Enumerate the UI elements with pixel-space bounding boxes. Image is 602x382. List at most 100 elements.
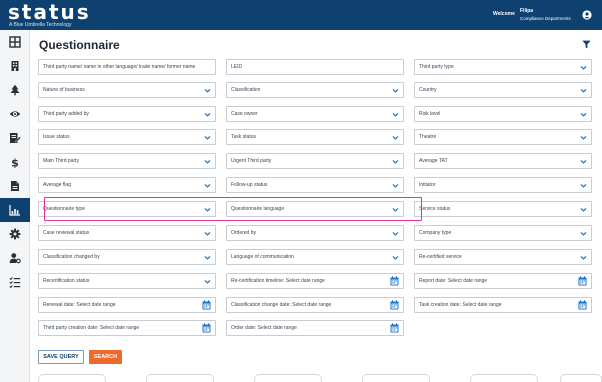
sidebar-item-edit[interactable] <box>0 126 30 150</box>
nature-of-business-select-label: Nature of business <box>43 87 85 93</box>
order-date-picker[interactable]: Order date: Select date range <box>226 320 404 336</box>
case-owner-select[interactable]: Case owner <box>226 106 404 122</box>
sidebar-item-hierarchy[interactable] <box>0 78 30 102</box>
tree-icon <box>10 84 20 96</box>
calendar-icon[interactable] <box>202 323 211 333</box>
country-select[interactable]: Country <box>414 82 592 98</box>
recertification-timeline-date-picker[interactable]: Re-certification timeline: Select date r… <box>226 273 404 289</box>
nature-of-business-select[interactable]: Nature of business <box>38 82 216 98</box>
calendar-icon[interactable] <box>578 300 587 310</box>
service-status-select[interactable]: Service status <box>414 201 592 217</box>
result-card[interactable] <box>254 374 322 382</box>
chevron-down-icon <box>392 135 399 140</box>
result-card[interactable] <box>146 374 214 382</box>
search-button[interactable]: SEARCH <box>89 350 122 364</box>
sidebar-item-reports[interactable] <box>0 174 30 198</box>
follow-up-status-select-label: Follow-up status <box>231 182 268 188</box>
renewal-date-picker[interactable]: Renewal date: Select date range <box>38 297 216 313</box>
user-department: Compliance Departments <box>520 16 571 21</box>
ordered-by-select-label: Ordered by <box>231 230 257 236</box>
result-card[interactable] <box>470 374 538 382</box>
chevron-down-icon <box>580 135 587 140</box>
chevron-down-icon <box>392 255 399 260</box>
user-info: Filipa Compliance Departments <box>520 8 571 22</box>
chevron-down-icon <box>580 183 587 188</box>
selection-highlight-box <box>44 197 422 221</box>
recertification-status-select[interactable]: Recertification status <box>38 273 216 289</box>
case-reviewal-status-select[interactable]: Case reviewal status <box>38 225 216 241</box>
urgent-third-party-select[interactable]: Urgent Third party <box>226 153 404 169</box>
sidebar-item-monitoring[interactable] <box>0 102 30 126</box>
classification-change-date-label: Classification change date: Select date … <box>231 302 332 308</box>
result-card[interactable] <box>362 374 430 382</box>
third-party-added-by-select[interactable]: Third party added by <box>38 106 216 122</box>
leid-field[interactable]: LEID <box>226 59 404 75</box>
leid-field-label: LEID <box>231 64 243 70</box>
chevron-down-icon <box>392 112 399 117</box>
calendar-icon[interactable] <box>390 323 399 333</box>
sidebar-item-tasks[interactable] <box>0 270 30 294</box>
chevron-down-icon <box>204 279 211 284</box>
user-account-icon[interactable] <box>582 10 592 20</box>
third-party-type-select-label: Third party type <box>419 64 454 70</box>
result-card[interactable] <box>560 374 602 382</box>
chevron-down-icon <box>580 88 587 93</box>
re-certified-service-select-label: Re-certified service <box>419 254 462 260</box>
page-title: Questionnaire <box>39 38 120 52</box>
eye-icon <box>9 111 21 117</box>
analytics-chart-icon <box>9 205 20 216</box>
language-of-communication-select-label: Language of communication <box>231 254 294 260</box>
logo-text: status <box>8 0 91 24</box>
status-logo[interactable]: status A Blue Umbrella Technology <box>8 2 91 28</box>
chevron-down-icon <box>204 183 211 188</box>
sidebar-item-settings[interactable] <box>0 222 30 246</box>
task-status-select[interactable]: Task status <box>226 129 404 145</box>
chevron-down-icon <box>204 159 211 164</box>
third-party-name-field[interactable]: Third party name/ name in other language… <box>38 59 216 75</box>
calendar-icon[interactable] <box>578 276 587 286</box>
company-type-select[interactable]: Company type <box>414 225 592 241</box>
gear-icon <box>9 228 21 240</box>
average-tat-select[interactable]: Average TAT <box>414 153 592 169</box>
chevron-down-icon <box>392 183 399 188</box>
report-date-label: Report date: Select date range <box>419 278 488 284</box>
issue-status-select[interactable]: Issue status <box>38 129 216 145</box>
list-check-icon <box>9 277 21 288</box>
report-date-picker[interactable]: Report date: Select date range <box>414 273 592 289</box>
ordered-by-select[interactable]: Ordered by <box>226 225 404 241</box>
company-type-select-label: Company type <box>419 230 452 236</box>
dashboard-grid-icon <box>9 36 21 48</box>
sidebar-item-billing[interactable]: $ <box>0 150 30 174</box>
filter-icon[interactable] <box>582 40 591 49</box>
theatre-select[interactable]: Theatre <box>414 129 592 145</box>
sidebar-item-users[interactable] <box>0 246 30 270</box>
classification-change-date-picker[interactable]: Classification change date: Select date … <box>226 297 404 313</box>
calendar-icon[interactable] <box>390 300 399 310</box>
third-party-added-by-select-label: Third party added by <box>43 111 89 117</box>
theatre-select-label: Theatre <box>419 134 437 140</box>
urgent-third-party-select-label: Urgent Third party <box>231 158 272 164</box>
third-party-creation-date-picker[interactable]: Third party creation date: Select date r… <box>38 320 216 336</box>
initiator-select[interactable]: Initiator <box>414 177 592 193</box>
task-creation-date-picker[interactable]: Task creation date: Select date range <box>414 297 592 313</box>
main-third-party-select[interactable]: Main Third party <box>38 153 216 169</box>
classification-select[interactable]: Classification <box>226 82 404 98</box>
calendar-icon[interactable] <box>390 276 399 286</box>
third-party-type-select[interactable]: Third party type <box>414 59 592 75</box>
sidebar-item-companies[interactable] <box>0 54 30 78</box>
calendar-icon[interactable] <box>202 300 211 310</box>
re-certified-service-select[interactable]: Re-certified service <box>414 249 592 265</box>
classification-changed-by-select[interactable]: Classification changed by <box>38 249 216 265</box>
average-flag-select[interactable]: Average flag <box>38 177 216 193</box>
sidebar-item-dashboard[interactable] <box>0 30 30 54</box>
classification-changed-by-select-label: Classification changed by <box>43 254 100 260</box>
follow-up-status-select[interactable]: Follow-up status <box>226 177 404 193</box>
edit-document-icon <box>10 133 21 143</box>
sidebar-item-analytics[interactable] <box>0 198 30 222</box>
svg-text:$: $ <box>11 157 19 169</box>
result-card[interactable] <box>38 374 106 382</box>
language-of-communication-select[interactable]: Language of communication <box>226 249 404 265</box>
risk-level-select[interactable]: Risk level <box>414 106 592 122</box>
service-status-select-label: Service status <box>419 206 451 212</box>
save-query-button[interactable]: SAVE QUERY <box>38 350 84 364</box>
